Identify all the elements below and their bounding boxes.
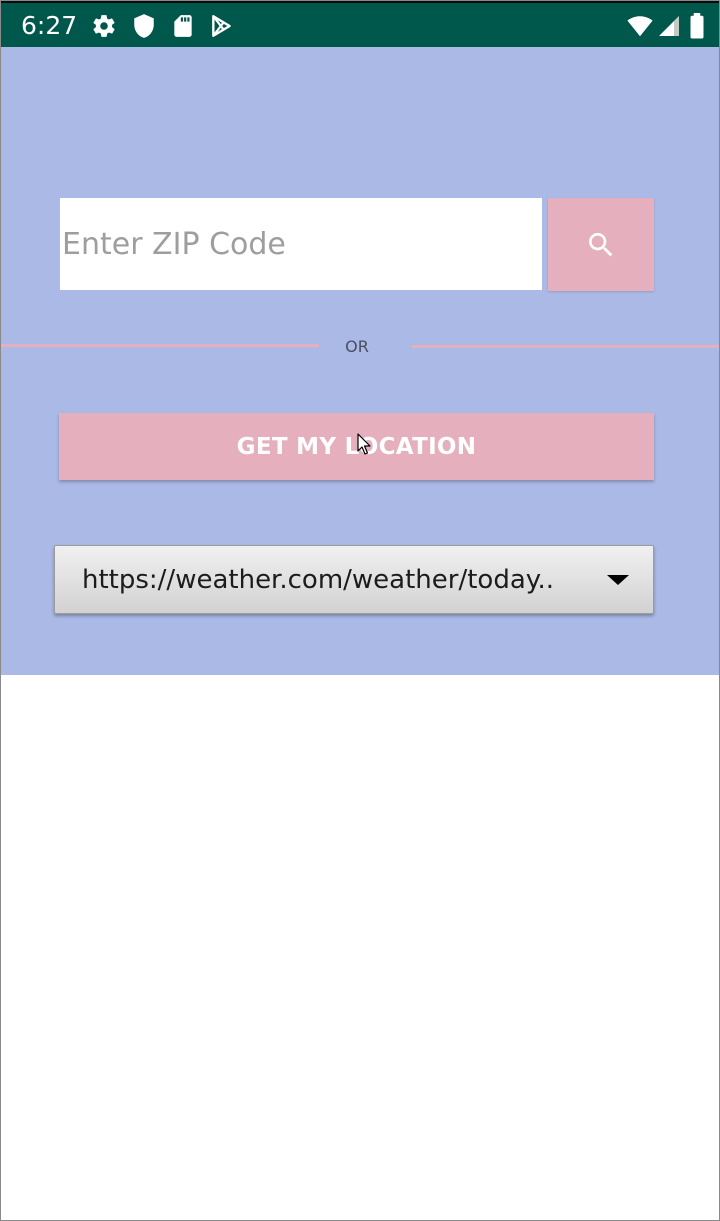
weather-source-selected: https://weather.com/weather/today.. bbox=[82, 565, 554, 595]
or-label: OR bbox=[345, 337, 369, 356]
battery-icon bbox=[689, 13, 705, 39]
dropdown-arrow-icon bbox=[607, 575, 629, 585]
play-store-icon bbox=[209, 13, 235, 39]
signal-icon bbox=[657, 13, 681, 39]
search-button[interactable] bbox=[548, 198, 654, 291]
mouse-pointer-icon bbox=[357, 433, 371, 455]
sd-card-icon bbox=[170, 13, 196, 39]
gear-icon bbox=[91, 13, 117, 39]
divider-left bbox=[1, 344, 319, 347]
shield-icon bbox=[131, 13, 157, 39]
zip-code-input[interactable] bbox=[60, 198, 542, 290]
status-bar: 6:27 bbox=[1, 1, 719, 47]
status-time: 6:27 bbox=[21, 11, 78, 40]
wifi-icon bbox=[626, 13, 654, 39]
search-icon bbox=[589, 233, 613, 257]
weather-source-dropdown[interactable]: https://weather.com/weather/today.. bbox=[54, 545, 654, 614]
search-panel: OR GET MY LOCATION https://weather.com/w… bbox=[1, 47, 719, 675]
app-screen: 6:27 OR bbox=[0, 0, 720, 1221]
divider-right bbox=[412, 345, 719, 348]
